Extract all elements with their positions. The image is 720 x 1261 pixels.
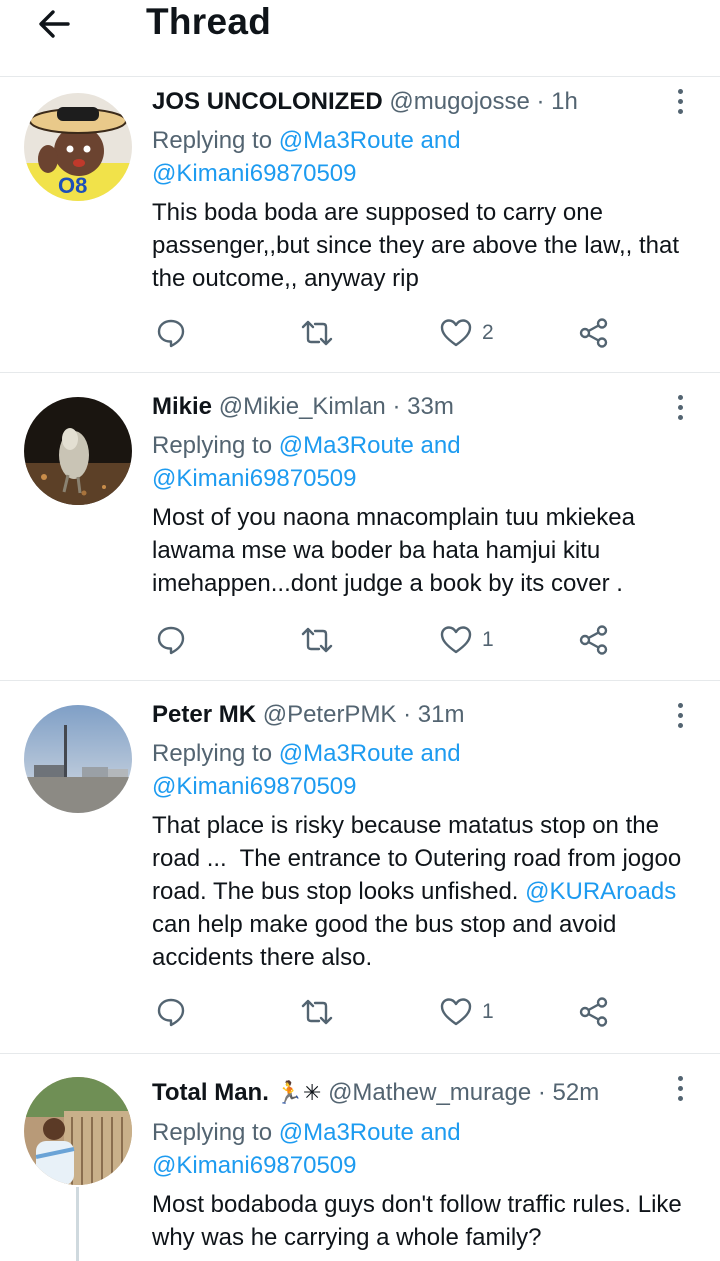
avatar[interactable] [24,705,132,813]
tweet-text: This boda boda are supposed to carry one… [152,199,680,292]
replying-to-label: Replying to [152,1119,279,1146]
mention-link[interactable]: @Ma3Route [279,127,414,154]
more-options-button[interactable] [674,1076,686,1104]
separator: · [537,1079,546,1106]
tweet-actions: 2 [152,313,622,353]
tweet-actions: 1 [152,992,622,1032]
tweet-text: Most bodaboda guys don't follow traffic … [152,1191,682,1251]
mention-link[interactable]: @Kimani69870509 [152,1152,357,1179]
tweet-actions: 1 [152,620,622,660]
like-button[interactable]: 2 [440,313,494,353]
back-button[interactable] [32,4,82,44]
heart-icon [440,319,472,347]
replying-to-label: Replying to [152,740,279,767]
replying-to-label: Replying to [152,127,279,154]
arrow-left-icon [39,10,70,38]
tweet-header: Mikie @Mikie_Kimlan · 33m [152,392,697,422]
share-button[interactable] [578,313,610,353]
page-title: Thread [146,1,272,42]
timestamp[interactable]: 52m [553,1079,600,1106]
more-options-button[interactable] [674,703,686,731]
retweet-button[interactable] [300,620,334,660]
timestamp[interactable]: 1h [551,88,578,115]
replying-to-label: Replying to [152,432,279,459]
user-handle[interactable]: @PeterPMK [263,701,397,728]
mention-link[interactable]: @KURAroads [525,878,676,905]
tweet-header: JOS UNCOLONIZED @mugojosse · 1h [152,87,697,117]
replying-to: Replying to @Ma3Route and @Kimani69870509 [152,124,697,190]
replying-to: Replying to @Ma3Route and @Kimani69870509 [152,1116,697,1182]
separator: · [536,88,545,115]
share-icon [579,625,608,655]
display-name[interactable]: JOS UNCOLONIZED [152,88,383,115]
svg-text:O8: O8 [58,173,87,198]
mention-link[interactable]: @Kimani69870509 [152,160,357,187]
mention-link[interactable]: @Ma3Route [279,432,414,459]
user-handle[interactable]: @Mathew_murage [328,1079,531,1106]
like-count: 1 [482,1000,494,1023]
replying-to: Replying to @Ma3Route and @Kimani69870509 [152,737,697,803]
tweet-text: Most of you naona mnacomplain tuu mkieke… [152,504,635,597]
retweet-icon [301,320,333,346]
timestamp[interactable]: 31m [418,701,465,728]
reply-button[interactable] [156,620,186,660]
mention-joiner: and [413,127,461,154]
display-name[interactable]: Peter MK [152,701,256,728]
avatar[interactable]: O8 [24,93,132,201]
tweet[interactable]: O8 JOS UNCOLONIZED @mugojosse · 1h Reply… [0,77,720,373]
retweet-button[interactable] [300,992,334,1032]
separator: · [403,701,412,728]
comment-icon [157,998,185,1027]
share-button[interactable] [578,992,610,1032]
mention-joiner: and [413,432,461,459]
more-vertical-icon [674,1076,686,1101]
mention-joiner: and [413,1119,461,1146]
timestamp[interactable]: 33m [407,393,454,420]
share-button[interactable] [578,620,610,660]
heart-icon [440,626,472,654]
reply-button[interactable] [156,992,186,1032]
thread-connector-line [76,1187,79,1261]
more-vertical-icon [674,89,686,114]
more-vertical-icon [674,703,686,728]
tweet[interactable]: Mikie @Mikie_Kimlan · 33m Replying to @M… [0,373,720,681]
tweet-text: That place is risky because matatus stop… [152,809,697,974]
mention-link[interactable]: @Kimani69870509 [152,465,357,492]
like-button[interactable]: 1 [440,620,494,660]
comment-icon [157,319,185,348]
retweet-icon [301,999,333,1025]
top-app-bar: Thread [0,0,720,77]
mention-joiner: and [413,740,461,767]
tweet[interactable]: Peter MK @PeterPMK · 31m Replying to @Ma… [0,681,720,1054]
like-button[interactable]: 1 [440,992,494,1032]
mention-link[interactable]: @Ma3Route [279,740,414,767]
share-icon [579,997,608,1027]
mention-link[interactable]: @Kimani69870509 [152,773,357,800]
share-icon [579,318,608,348]
tweet-header: Peter MK @PeterPMK · 31m [152,700,697,730]
separator: · [392,393,401,420]
more-vertical-icon [674,395,686,420]
display-name[interactable]: Total Man. [152,1079,269,1106]
comment-icon [157,626,185,655]
avatar[interactable] [24,397,132,505]
more-options-button[interactable] [674,89,686,117]
tweet[interactable]: Total Man. 🏃✳ @Mathew_murage · 52m Reply… [0,1054,720,1261]
tweet-header: Total Man. 🏃✳ @Mathew_murage · 52m [152,1078,697,1109]
heart-icon [440,998,472,1026]
more-options-button[interactable] [674,395,686,423]
mention-link[interactable]: @Ma3Route [279,1119,414,1146]
like-count: 1 [482,628,494,651]
display-name-emoji: 🏃✳ [275,1081,322,1106]
display-name[interactable]: Mikie [152,393,212,420]
replying-to: Replying to @Ma3Route and @Kimani69870509 [152,429,697,495]
retweet-button[interactable] [300,313,334,353]
user-handle[interactable]: @mugojosse [389,88,529,115]
avatar[interactable] [24,1077,132,1185]
user-handle[interactable]: @Mikie_Kimlan [219,393,386,420]
like-count: 2 [482,321,494,344]
retweet-icon [301,627,333,653]
reply-button[interactable] [156,313,186,353]
